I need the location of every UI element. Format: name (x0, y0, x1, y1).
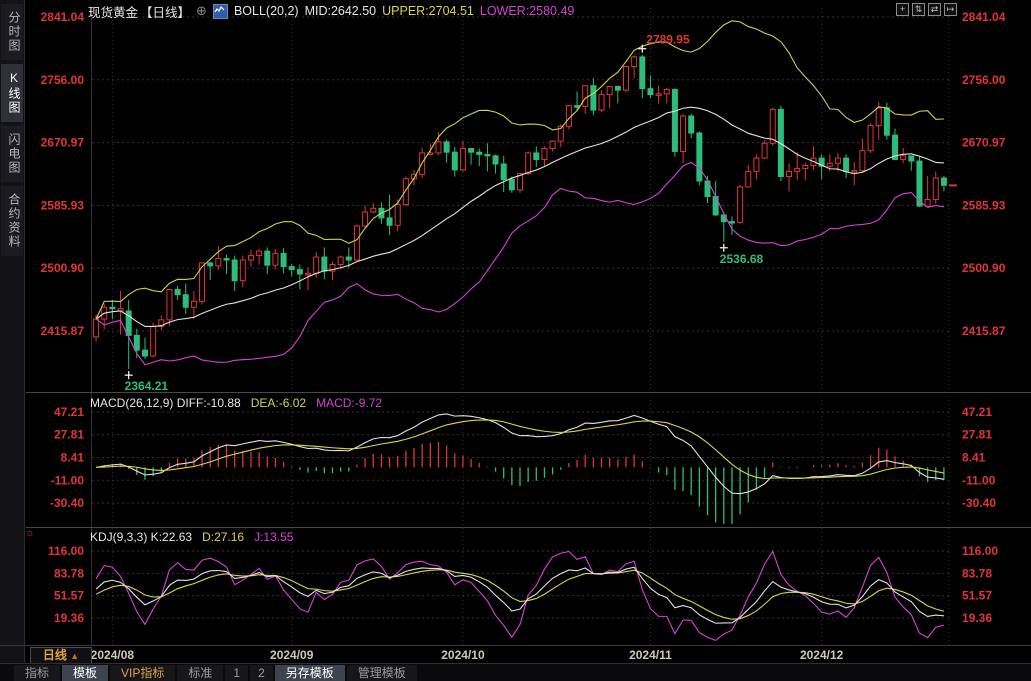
svg-text:51.57: 51.57 (962, 589, 992, 603)
kline-mini-icon[interactable] (213, 4, 228, 19)
svg-text:2789.95: 2789.95 (646, 33, 690, 47)
svg-text:2756.00: 2756.00 (962, 73, 1006, 87)
svg-text:-11.00: -11.00 (51, 473, 85, 487)
boll-upper-value: UPPER:2704.51 (382, 4, 474, 18)
kline-app-window: 2789.95 2536.68 2364.21 2841.04 2756.00 2670.… (0, 0, 1031, 681)
svg-text:47.21: 47.21 (54, 405, 84, 419)
panel-dividers (26, 393, 1031, 528)
price-axis-left: 2841.04 2756.00 2670.97 2585.93 2500.90 2415.… (41, 10, 85, 625)
boll-middle-line (96, 107, 944, 326)
svg-text:2500.90: 2500.90 (962, 261, 1006, 275)
svg-text:83.78: 83.78 (54, 566, 84, 580)
svg-text:2841.04: 2841.04 (41, 10, 85, 24)
crosshair-move-icon[interactable]: + (896, 3, 909, 16)
svg-text:47.21: 47.21 (962, 405, 992, 419)
svg-text:2415.87: 2415.87 (962, 324, 1006, 338)
tab-page-2[interactable]: 2 (250, 665, 273, 681)
chart-tool-icons: + ⇅ ⇄ ↦ (896, 3, 957, 16)
svg-text:2364.21: 2364.21 (125, 379, 169, 393)
indicator-flash-icon[interactable]: ☼ (25, 527, 35, 539)
macd-main-label: MACD(26,12,9) DIFF:-10.88 (90, 396, 241, 410)
svg-text:27.81: 27.81 (962, 428, 992, 442)
sidebar-tab-kline-chart[interactable]: K线图 (1, 64, 23, 122)
macd-panel (96, 414, 944, 524)
candles-group (94, 55, 947, 369)
kline-chart-canvas[interactable]: 2789.95 2536.68 2364.21 2841.04 2756.00 2670.… (0, 0, 1031, 681)
x-axis-zoom-icon[interactable]: ⇄ (928, 3, 941, 16)
boll-upper-line (96, 21, 944, 319)
svg-text:116.00: 116.00 (48, 544, 84, 558)
grid-lines (92, 8, 951, 645)
svg-text:-11.00: -11.00 (962, 473, 996, 487)
kdj-j-value: J:13.55 (254, 530, 293, 544)
period-selector-button[interactable]: 日线 ▲ (30, 647, 92, 664)
svg-text:51.57: 51.57 (54, 589, 84, 603)
svg-text:83.78: 83.78 (962, 566, 992, 580)
add-indicator-icon[interactable]: ⊕ (196, 3, 207, 19)
y-axis-zoom-icon[interactable]: ⇅ (912, 3, 925, 16)
macd-label-row: MACD(26,12,9) DIFF:-10.88 DEA:-6.02 MACD… (90, 396, 382, 410)
tab-save-template[interactable]: 另存模板 (275, 665, 345, 681)
svg-text:2585.93: 2585.93 (962, 198, 1006, 212)
svg-text:2670.97: 2670.97 (962, 136, 1006, 150)
svg-text:2536.68: 2536.68 (720, 252, 764, 266)
macd-macd-value: MACD:-9.72 (316, 396, 382, 410)
bottom-toolbar: 指标 模板 VIP指标 标准 1 2 另存模板 管理模板 (0, 663, 1031, 681)
svg-text:19.36: 19.36 (54, 611, 84, 625)
svg-text:2670.97: 2670.97 (41, 136, 85, 150)
boll-indicator-label: BOLL(20,2) (234, 4, 299, 18)
price-annotations: 2789.95 2536.68 2364.21 (125, 33, 764, 393)
chevron-up-icon: ▲ (70, 651, 79, 661)
kdj-d-line (96, 570, 944, 620)
svg-text:8.41: 8.41 (962, 450, 986, 464)
sidebar-tab-flash-chart[interactable]: 闪电图 (1, 126, 23, 182)
svg-text:19.36: 19.36 (962, 611, 992, 625)
symbol-title: 现货黄金 (88, 2, 138, 21)
period-bracket-label: 【日线】 (140, 2, 190, 21)
tab-page-1[interactable]: 1 (225, 665, 248, 681)
macd-dea-value: DEA:-6.02 (251, 396, 306, 410)
left-sidebar: 分时图 K线图 闪电图 合约资料 (0, 0, 25, 663)
boll-mid-value: MID:2642.50 (305, 4, 377, 18)
svg-text:-30.40: -30.40 (50, 496, 84, 510)
chart-header: 现货黄金 【日线】 ⊕ BOLL(20,2) MID:2642.50 UPPER… (88, 3, 574, 19)
svg-text:2585.93: 2585.93 (41, 198, 85, 212)
svg-text:116.00: 116.00 (962, 544, 998, 558)
boll-lower-value: LOWER:2580.49 (480, 4, 575, 18)
period-label: 日线 (43, 648, 67, 662)
kdj-d-value: D:27.16 (202, 530, 244, 544)
svg-text:2415.87: 2415.87 (41, 324, 85, 338)
kdj-label-row: KDJ(9,3,3) K:22.63 D:27.16 J:13.55 (90, 530, 293, 544)
tab-templates[interactable]: 模板 (62, 665, 108, 681)
kdj-k-value: KDJ(9,3,3) K:22.63 (90, 530, 192, 544)
pan-right-icon[interactable]: ↦ (944, 3, 957, 16)
tab-standard[interactable]: 标准 (177, 665, 223, 681)
svg-text:27.81: 27.81 (54, 428, 84, 442)
tab-indicators[interactable]: 指标 (14, 665, 60, 681)
sidebar-tab-time-chart[interactable]: 分时图 (1, 4, 23, 60)
svg-text:2756.00: 2756.00 (41, 73, 85, 87)
svg-text:2841.04: 2841.04 (962, 10, 1006, 24)
tab-manage-template[interactable]: 管理模板 (347, 665, 417, 681)
svg-text:-30.40: -30.40 (962, 496, 996, 510)
svg-text:8.41: 8.41 (61, 450, 85, 464)
tab-vip-indicators[interactable]: VIP指标 (110, 665, 175, 681)
xaxis-row: 日线 ▲ (0, 645, 1031, 664)
svg-text:2500.90: 2500.90 (41, 261, 85, 275)
sidebar-tab-contract-info[interactable]: 合约资料 (1, 186, 23, 256)
price-axis-right: 2841.04 2756.00 2670.97 2585.93 2500.90 2415.… (962, 10, 1006, 625)
